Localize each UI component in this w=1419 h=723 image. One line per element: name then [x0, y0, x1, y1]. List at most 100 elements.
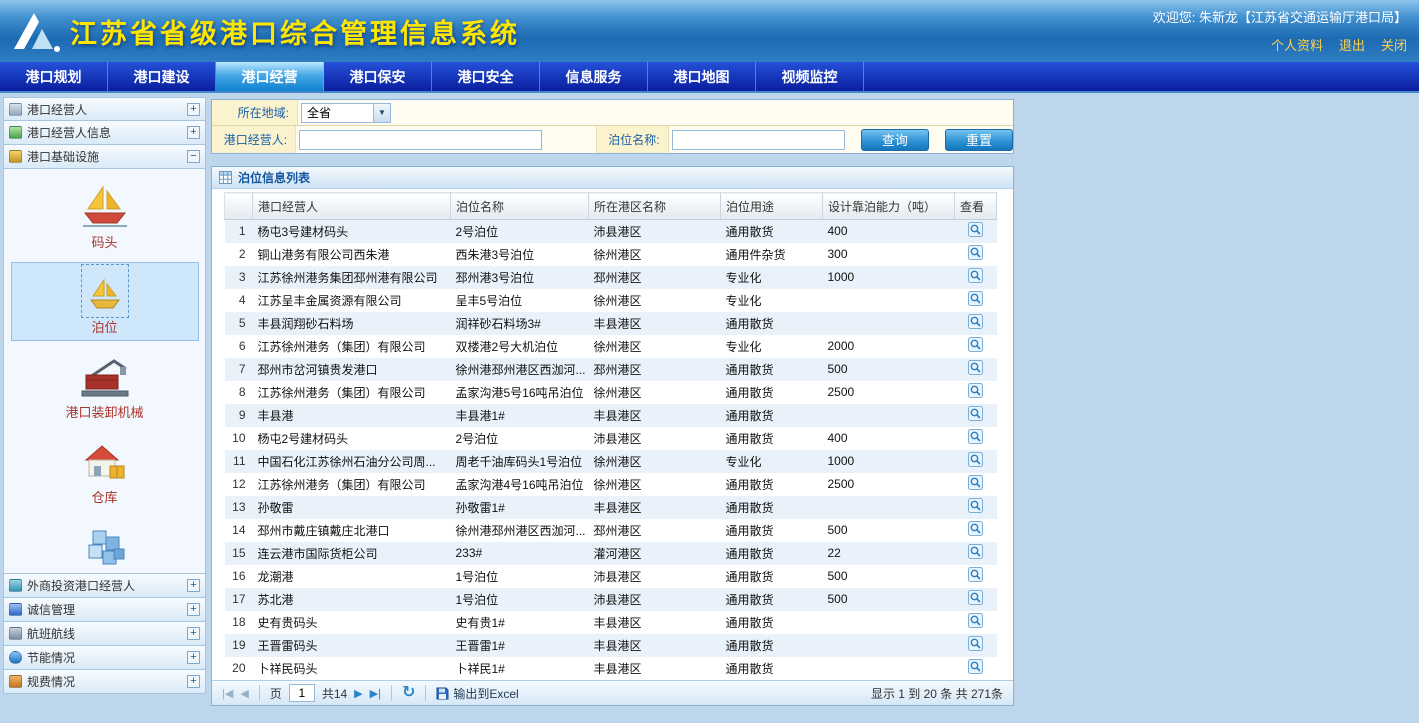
- nav-tab-5[interactable]: 信息服务: [540, 62, 648, 91]
- expand-icon[interactable]: +: [187, 103, 200, 116]
- row-index: 17: [225, 588, 253, 611]
- nav-tab-4[interactable]: 港口安全: [432, 62, 540, 91]
- facility-item-1[interactable]: 泊位: [11, 262, 199, 341]
- facility-item-0[interactable]: 码头: [11, 177, 199, 256]
- expand-icon[interactable]: +: [187, 651, 200, 664]
- expand-icon[interactable]: +: [187, 579, 200, 592]
- column-header-2[interactable]: 所在港区名称: [589, 193, 721, 220]
- facility-item-3[interactable]: 仓库: [11, 432, 199, 511]
- nav-tab-1[interactable]: 港口建设: [108, 62, 216, 91]
- berth-name-input[interactable]: [672, 130, 845, 150]
- view-icon[interactable]: [968, 268, 983, 283]
- table-row[interactable]: 18史有贵码头史有贵1#丰县港区通用散货: [225, 611, 997, 634]
- view-icon[interactable]: [968, 475, 983, 490]
- cell-capacity: 300: [823, 243, 955, 266]
- view-icon[interactable]: [968, 383, 983, 398]
- table-row[interactable]: 12江苏徐州港务（集团）有限公司孟家沟港4号16吨吊泊位徐州港区通用散货2500: [225, 473, 997, 496]
- expand-icon[interactable]: +: [187, 627, 200, 640]
- table-row[interactable]: 15连云港市国际货柜公司233#灌河港区通用散货22: [225, 542, 997, 565]
- view-icon[interactable]: [968, 567, 983, 582]
- nav-tab-3[interactable]: 港口保安: [324, 62, 432, 91]
- sidebar-item-1[interactable]: 港口经营人信息+: [3, 121, 206, 145]
- table-row[interactable]: 13孙敬雷孙敬雷1#丰县港区通用散货: [225, 496, 997, 519]
- table-row[interactable]: 14邳州市戴庄镇戴庄北港口徐州港邳州港区西泇河...邳州港区通用散货500: [225, 519, 997, 542]
- reset-button[interactable]: 重置: [945, 129, 1013, 151]
- table-row[interactable]: 1杨屯3号建材码头2号泊位沛县港区通用散货400: [225, 220, 997, 243]
- view-icon[interactable]: [968, 406, 983, 421]
- cell-berth: 孙敬雷1#: [451, 496, 589, 519]
- header-link-0[interactable]: 个人资料: [1271, 35, 1323, 54]
- table-row[interactable]: 3江苏徐州港务集团邳州港有限公司邳州港3号泊位邳州港区专业化1000: [225, 266, 997, 289]
- table-row[interactable]: 11中国石化江苏徐州石油分公司周...周老千油库码头1号泊位徐州港区专业化100…: [225, 450, 997, 473]
- sidebar-bottom-item-0[interactable]: 外商投资港口经营人+: [3, 574, 206, 598]
- table-row[interactable]: 16龙潮港1号泊位沛县港区通用散货500: [225, 565, 997, 588]
- sidebar-bottom-item-2[interactable]: 航班航线+: [3, 622, 206, 646]
- cell-berth: 西朱港3号泊位: [451, 243, 589, 266]
- table-row[interactable]: 6江苏徐州港务（集团）有限公司双楼港2号大机泊位徐州港区专业化2000: [225, 335, 997, 358]
- page-input[interactable]: [289, 684, 315, 702]
- view-icon[interactable]: [968, 636, 983, 651]
- facility-item-4[interactable]: 堆场: [11, 517, 199, 574]
- next-page-icon[interactable]: ▶: [354, 687, 362, 700]
- table-row[interactable]: 7邳州市岔河镇贵发港口徐州港邳州港区西泇河...邳州港区通用散货500: [225, 358, 997, 381]
- nav-tab-0[interactable]: 港口规划: [0, 62, 108, 91]
- view-cell: [955, 358, 997, 381]
- view-icon[interactable]: [968, 544, 983, 559]
- view-icon[interactable]: [968, 245, 983, 260]
- sidebar-bottom-item-1[interactable]: 诚信管理+: [3, 598, 206, 622]
- header-link-1[interactable]: 退出: [1339, 35, 1365, 54]
- view-icon[interactable]: [968, 521, 983, 536]
- expand-icon[interactable]: +: [187, 675, 200, 688]
- refresh-icon[interactable]: ↻: [402, 686, 415, 700]
- table-row[interactable]: 19王晋雷码头王晋雷1#丰县港区通用散货: [225, 634, 997, 657]
- export-excel-button[interactable]: 输出到Excel: [436, 685, 518, 702]
- operator-input[interactable]: [299, 130, 542, 150]
- view-icon[interactable]: [968, 659, 983, 674]
- row-index: 12: [225, 473, 253, 496]
- sidebar-bottom-item-3[interactable]: 节能情况+: [3, 646, 206, 670]
- expand-icon[interactable]: +: [187, 603, 200, 616]
- view-icon[interactable]: [968, 291, 983, 306]
- expand-icon[interactable]: +: [187, 126, 200, 139]
- column-header-4[interactable]: 设计靠泊能力（吨）: [823, 193, 955, 220]
- view-icon[interactable]: [968, 360, 983, 375]
- sidebar-item-0[interactable]: 港口经营人+: [3, 97, 206, 121]
- nav-tab-6[interactable]: 港口地图: [648, 62, 756, 91]
- view-icon[interactable]: [968, 613, 983, 628]
- first-page-icon[interactable]: |◀: [222, 687, 233, 700]
- table-row[interactable]: 17苏北港1号泊位沛县港区通用散货500: [225, 588, 997, 611]
- column-header-0[interactable]: 港口经营人: [253, 193, 451, 220]
- prev-page-icon[interactable]: ◀: [240, 687, 248, 700]
- header-link-2[interactable]: 关闭: [1381, 35, 1407, 54]
- view-icon[interactable]: [968, 498, 983, 513]
- nav-tab-2[interactable]: 港口经营: [216, 62, 324, 91]
- column-header-5[interactable]: 查看: [955, 193, 997, 220]
- view-icon[interactable]: [968, 222, 983, 237]
- view-icon[interactable]: [968, 452, 983, 467]
- view-icon[interactable]: [968, 590, 983, 605]
- query-button[interactable]: 查询: [861, 129, 929, 151]
- sidebar-bottom-item-4[interactable]: 规费情况+: [3, 670, 206, 694]
- collapse-icon[interactable]: −: [187, 150, 200, 163]
- cell-capacity: 2000: [823, 335, 955, 358]
- region-select[interactable]: 全省 ▼: [301, 103, 391, 123]
- facility-item-2[interactable]: 港口装卸机械: [11, 347, 199, 426]
- table-row[interactable]: 9丰县港丰县港1#丰县港区通用散货: [225, 404, 997, 427]
- table-row[interactable]: 10杨屯2号建材码头2号泊位沛县港区通用散货400: [225, 427, 997, 450]
- column-header-3[interactable]: 泊位用途: [721, 193, 823, 220]
- nav-tab-7[interactable]: 视频监控: [756, 62, 864, 91]
- sidebar-item-2[interactable]: 港口基础设施−: [3, 145, 206, 169]
- view-icon[interactable]: [968, 314, 983, 329]
- table-row[interactable]: 5丰县润翔砂石料场润祥砂石料场3#丰县港区通用散货: [225, 312, 997, 335]
- table-row[interactable]: 4江苏呈丰金属资源有限公司呈丰5号泊位徐州港区专业化: [225, 289, 997, 312]
- view-icon[interactable]: [968, 337, 983, 352]
- column-header-1[interactable]: 泊位名称: [451, 193, 589, 220]
- table-row[interactable]: 2铜山港务有限公司西朱港西朱港3号泊位徐州港区通用件杂货300: [225, 243, 997, 266]
- view-icon[interactable]: [968, 429, 983, 444]
- table-row[interactable]: 20卜祥民码头卜祥民1#丰县港区通用散货: [225, 657, 997, 680]
- cell-operator: 连云港市国际货柜公司: [253, 542, 451, 565]
- view-cell: [955, 243, 997, 266]
- table-row[interactable]: 8江苏徐州港务（集团）有限公司孟家沟港5号16吨吊泊位徐州港区通用散货2500: [225, 381, 997, 404]
- last-page-icon[interactable]: ▶|: [370, 687, 381, 700]
- region-label: 所在地域:: [212, 100, 298, 125]
